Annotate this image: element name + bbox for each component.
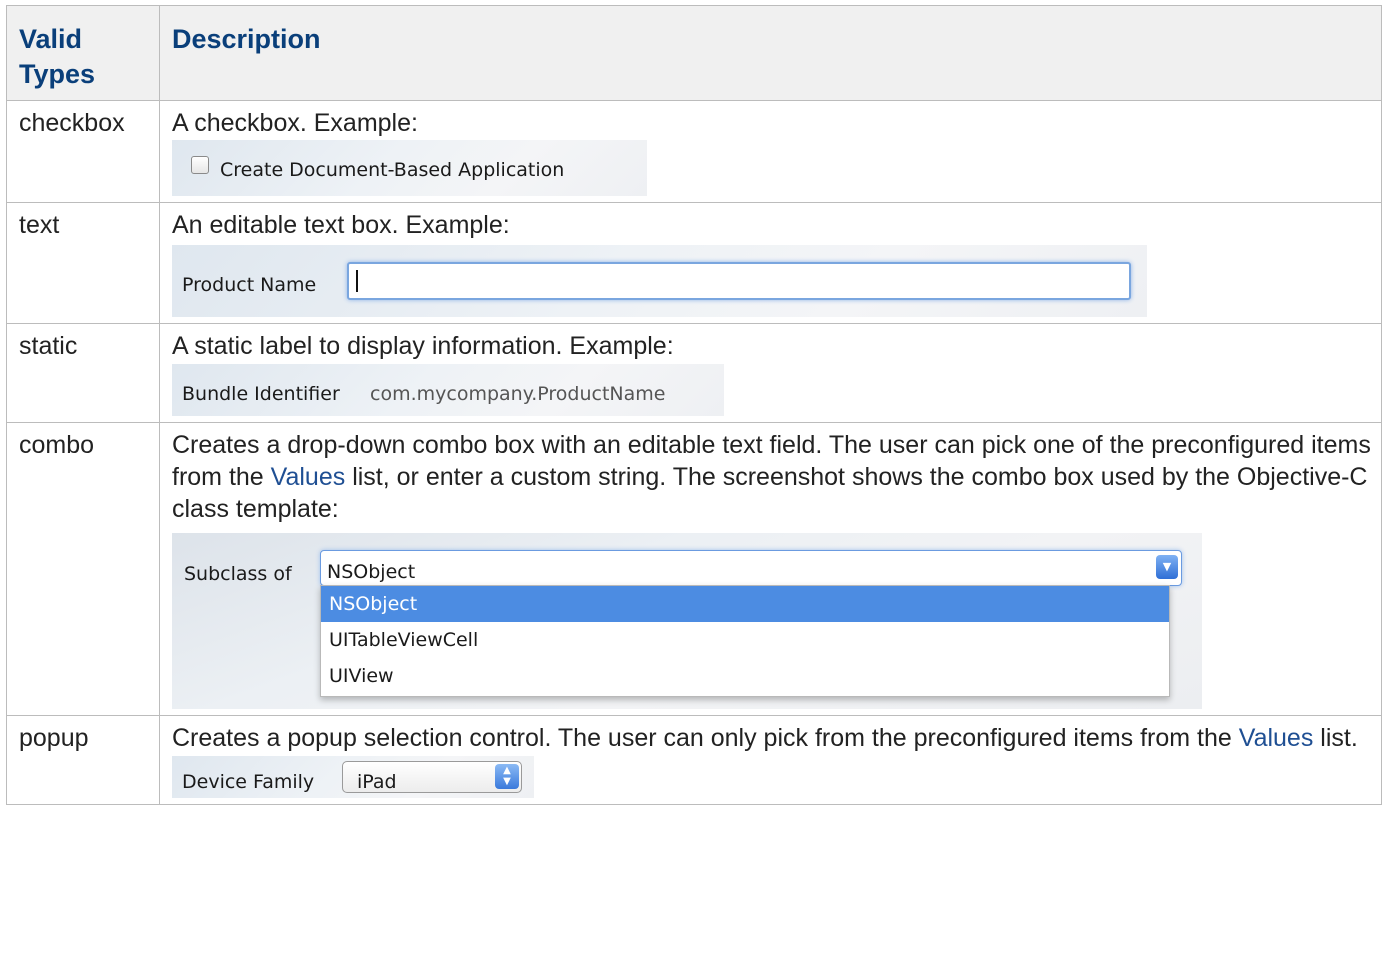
popup-example-screenshot: Device Family iPad ▲ ▼ [172, 756, 534, 798]
table-row: popup Creates a popup selection control.… [6, 715, 1382, 805]
description-text: An editable text box. Example: [172, 211, 510, 239]
text-caret [356, 270, 358, 292]
checkbox-label: Create Document-Based Application [220, 159, 565, 181]
combo-option[interactable]: UITableViewCell [321, 622, 1169, 658]
bundle-identifier-label: Bundle Identifier [182, 383, 340, 405]
description-text: Creates a drop-down combo box with an ed… [172, 429, 1371, 525]
type-cell: static [6, 323, 160, 423]
chevron-down-icon[interactable]: ▼ [1156, 555, 1178, 579]
product-name-input[interactable] [347, 262, 1131, 300]
up-down-arrows-icon: ▲ ▼ [495, 764, 519, 789]
table-row: text An editable text box. Example: Prod… [6, 202, 1382, 324]
checkbox-example-screenshot: Create Document-Based Application [172, 140, 647, 196]
subclass-combo-input[interactable]: NSObject ▼ [320, 550, 1182, 586]
type-cell: combo [6, 422, 160, 716]
table-header-row: Valid Types Description [6, 5, 1382, 101]
description-cell: Creates a popup selection control. The u… [159, 715, 1382, 805]
values-link[interactable]: Values [1239, 724, 1314, 752]
description-cell: An editable text box. Example: Product N… [159, 202, 1382, 324]
values-link[interactable]: Values [271, 463, 346, 491]
header-valid-types: Valid Types [6, 5, 160, 101]
type-cell: text [6, 202, 160, 324]
product-name-label: Product Name [182, 274, 317, 296]
table-row: checkbox A checkbox. Example: Create Doc… [6, 100, 1382, 203]
table-row: static A static label to display informa… [6, 323, 1382, 423]
combo-value: NSObject [327, 561, 416, 583]
table-row: combo Creates a drop-down combo box with… [6, 422, 1382, 716]
description-text: Creates a popup selection control. The u… [172, 722, 1371, 754]
description-part: list. [1313, 724, 1358, 752]
description-cell: A static label to display information. E… [159, 323, 1382, 423]
combo-option[interactable]: UIView [321, 658, 1169, 694]
checkbox-control[interactable] [191, 156, 209, 174]
device-family-label: Device Family [182, 771, 315, 793]
device-family-popup[interactable]: iPad ▲ ▼ [342, 761, 522, 793]
text-example-screenshot: Product Name [172, 245, 1147, 317]
combo-dropdown-list: NSObject UITableViewCell UIView [320, 585, 1170, 697]
description-part: list, or enter a custom string. The scre… [172, 463, 1368, 523]
valid-types-table: Valid Types Description checkbox A check… [6, 5, 1382, 805]
combo-option[interactable]: NSObject [321, 586, 1169, 622]
type-cell: popup [6, 715, 160, 805]
combo-example-screenshot: Subclass of NSObject ▼ NSObject UITableV… [172, 533, 1202, 709]
description-cell: A checkbox. Example: Create Document-Bas… [159, 100, 1382, 203]
bundle-identifier-value: com.mycompany.ProductName [370, 383, 666, 405]
description-text: A static label to display information. E… [172, 332, 674, 360]
type-cell: checkbox [6, 100, 160, 203]
description-cell: Creates a drop-down combo box with an ed… [159, 422, 1382, 716]
description-part: Creates a popup selection control. The u… [172, 724, 1239, 752]
popup-value: iPad [357, 771, 397, 793]
static-example-screenshot: Bundle Identifier com.mycompany.ProductN… [172, 364, 724, 416]
subclass-of-label: Subclass of [184, 563, 292, 585]
description-text: A checkbox. Example: [172, 109, 418, 137]
header-description: Description [159, 5, 1382, 101]
